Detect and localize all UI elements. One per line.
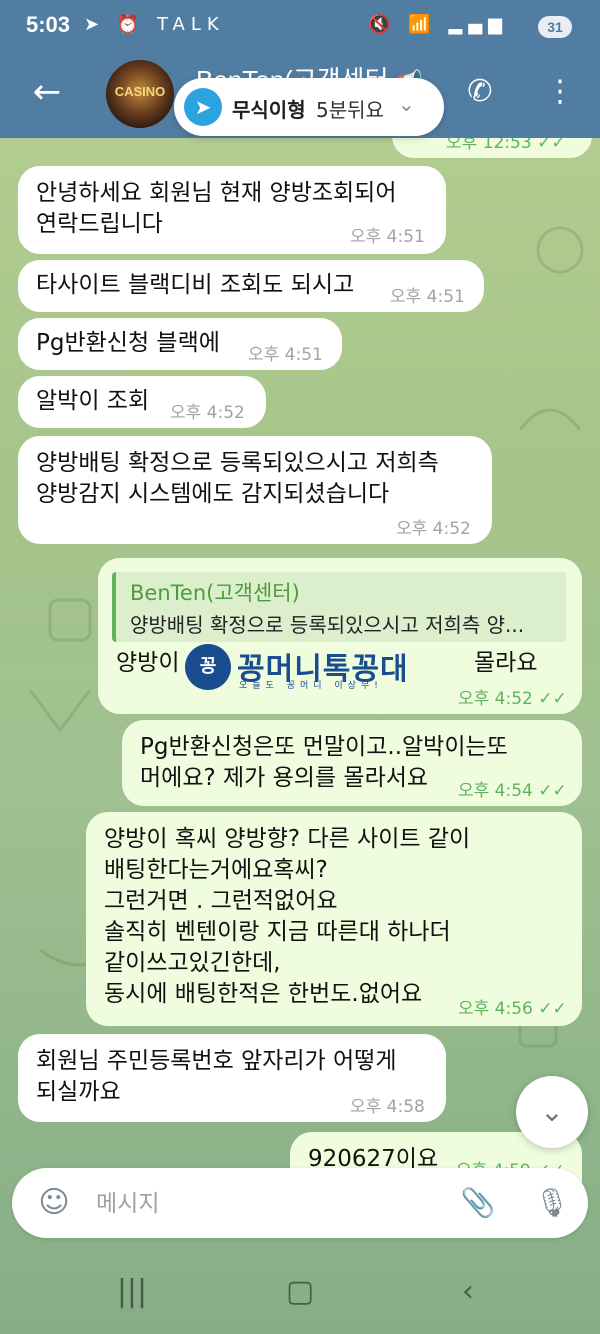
read-check-icon: ✓✓ <box>538 689 567 709</box>
system-icons: 🔇 📶 ▂▄▆ <box>368 14 508 35</box>
back-arrow-icon[interactable]: ← <box>22 68 72 118</box>
message-time: 오후 4:54 <box>458 781 533 801</box>
music-song-title: 5분뒤요 <box>316 98 384 122</box>
message-bubble-incoming[interactable]: 양방배팅 확정으로 등록되있으시고 저희측 양방감지 시스템에도 감지되셨습니다… <box>18 436 492 544</box>
read-check-icon: ✓✓ <box>538 999 567 1019</box>
message-text: 회원님 주민등록번호 앞자리가 어떻게 되실까요 <box>36 1048 397 1105</box>
back-nav-icon[interactable]: ‹ <box>438 1270 498 1314</box>
status-bar: 5:03 ➤ ⏰ TALK 🔇 📶 ▂▄▆ 31 <box>0 0 600 56</box>
watermark-logo-icon: 꽁 <box>185 644 231 690</box>
message-text-start: 양방이 <box>116 650 180 676</box>
read-check-icon: ✓✓ <box>538 781 567 801</box>
message-time: 오후 4:56 <box>458 999 533 1019</box>
avatar-casino-text: CASINO <box>114 84 166 99</box>
message-composer: ☺ 📎 🎙 <box>12 1168 588 1238</box>
message-time: 오후 4:52 <box>458 689 533 709</box>
message-text: 양방배팅 확정으로 등록되있으시고 저희측 양방감지 시스템에도 감지되셨습니다 <box>36 450 439 507</box>
watermark: 꽁 꽁머니톡꽁대 오늘도 꽁머니 이상무! <box>185 644 425 691</box>
quote-text: 양방배팅 확정으로 등록되있으시고 저희측 양... <box>130 613 525 637</box>
message-text: 타사이트 블랙디비 조회도 되시고 <box>36 272 355 298</box>
message-time: 오후 4:58 <box>350 1097 425 1117</box>
telegram-icon: ➤ <box>184 88 222 126</box>
message-text: Pg반환신청은또 먼말이고..알박이는또 머에요? 제가 용의를 몰라서요 <box>140 734 508 791</box>
music-player-bar[interactable]: ➤ 무식이형 5분뒤요 ⌄ <box>174 78 444 136</box>
more-vertical-icon[interactable]: ⋮ <box>540 70 580 114</box>
message-text: Pg반환신청 블랙에 <box>36 330 220 356</box>
message-bubble-outgoing[interactable]: 양방이 혹씨 양방향? 다른 사이트 같이 배팅한다는거에요혹씨? 그런거면 .… <box>86 812 582 1026</box>
message-bubble-incoming[interactable]: 회원님 주민등록번호 앞자리가 어떻게 되실까요 오후 4:58 <box>18 1034 446 1122</box>
recent-apps-icon[interactable]: ||| <box>102 1270 162 1314</box>
message-input[interactable] <box>94 1185 438 1223</box>
message-bubble-incoming[interactable]: 알박이 조회 오후 4:52 <box>18 376 266 428</box>
message-text: 알박이 조회 <box>36 388 150 414</box>
chevron-down-icon: ⌄ <box>540 1095 564 1128</box>
message-time: 오후 4:51 <box>248 345 323 365</box>
music-artist: 무식이형 <box>232 98 306 122</box>
avatar[interactable]: CASINO <box>106 60 174 128</box>
status-time: 5:03 <box>26 12 71 37</box>
message-text-end: 몰라요 <box>474 650 538 676</box>
chevron-down-icon[interactable]: ⌄ <box>398 92 415 116</box>
message-bubble-outgoing[interactable]: Pg반환신청은또 먼말이고..알박이는또 머에요? 제가 용의를 몰라서요 오후… <box>122 720 582 806</box>
system-navigation-bar: ||| ▢ ‹ <box>0 1250 600 1334</box>
message-time: 오후 4:52 <box>396 519 471 539</box>
message-bubble-incoming[interactable]: 안녕하세요 회원님 현재 양방조회되어 연락드립니다 오후 4:51 <box>18 166 446 254</box>
quote-sender-name: BenTen(고객센터) <box>130 581 300 605</box>
emoji-icon[interactable]: ☺ <box>34 1183 74 1223</box>
home-icon[interactable]: ▢ <box>270 1270 330 1314</box>
message-text: 안녕하세요 회원님 현재 양방조회되어 연락드립니다 <box>36 180 397 237</box>
message-time: 오후 4:51 <box>350 227 425 247</box>
phone-icon[interactable]: ✆ <box>460 70 500 114</box>
notification-icons: ➤ ⏰ TALK <box>84 14 225 35</box>
watermark-subtext: 오늘도 꽁머니 이상무! <box>239 681 383 691</box>
reply-quote[interactable]: BenTen(고객센터) 양방배팅 확정으로 등록되있으시고 저희측 양... <box>112 572 566 642</box>
battery-icon: 31 <box>538 16 572 38</box>
microphone-icon[interactable]: 🎙 <box>532 1183 572 1223</box>
message-bubble-incoming[interactable]: 타사이트 블랙디비 조회도 되시고 오후 4:51 <box>18 260 484 312</box>
message-text: 양방이 혹씨 양방향? 다른 사이트 같이 배팅한다는거에요혹씨? 그런거면 .… <box>104 826 471 1007</box>
paperclip-icon[interactable]: 📎 <box>458 1183 498 1223</box>
message-time: 오후 4:52 <box>170 403 245 423</box>
message-time: 오후 4:51 <box>390 287 465 307</box>
message-bubble-incoming[interactable]: Pg반환신청 블랙에 오후 4:51 <box>18 318 342 370</box>
scroll-down-button[interactable]: ⌄ <box>516 1076 588 1148</box>
